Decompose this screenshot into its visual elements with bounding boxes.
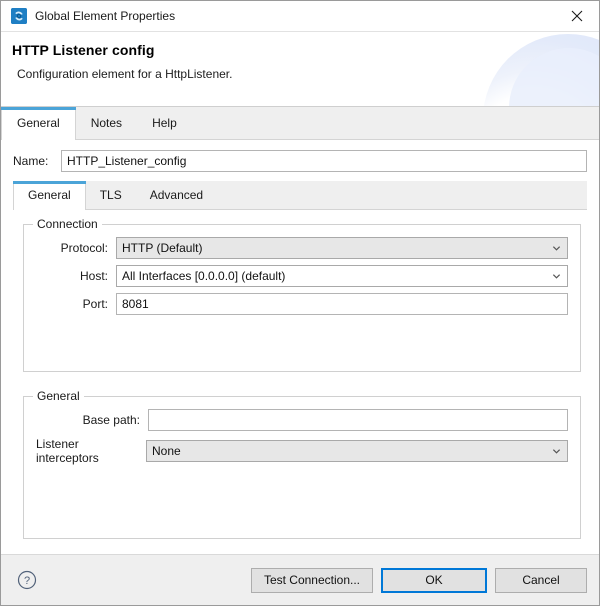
name-field-row: Name: (1, 140, 599, 172)
host-field-row: Host: All Interfaces [0.0.0.0] (default) (36, 265, 568, 287)
window-title: Global Element Properties (35, 9, 176, 23)
mule-app-icon (11, 8, 27, 24)
page-subtitle: Configuration element for a HttpListener… (17, 67, 233, 81)
tab-notes[interactable]: Notes (76, 107, 137, 139)
svg-text:?: ? (24, 575, 30, 587)
inner-tab-strip: General TLS Advanced (13, 181, 587, 210)
inner-tab-advanced-label: Advanced (149, 188, 204, 202)
port-input[interactable] (116, 293, 568, 315)
base-path-field-row: Base path: (36, 409, 568, 431)
cancel-button[interactable]: Cancel (495, 567, 587, 593)
listener-interceptors-label: Listener interceptors (36, 437, 99, 465)
chevron-down-icon (552, 447, 561, 456)
tab-notes-label: Notes (90, 116, 123, 130)
test-connection-button[interactable]: Test Connection... (250, 567, 373, 593)
host-value: All Interfaces [0.0.0.0] (default) (122, 269, 286, 283)
footer-button-group: Test Connection... OK Cancel (250, 567, 587, 593)
dialog-footer: ? Test Connection... OK Cancel (1, 554, 599, 605)
chevron-down-icon (552, 272, 561, 281)
protocol-value: HTTP (Default) (122, 241, 203, 255)
chevron-down-icon (552, 244, 561, 253)
protocol-field-row: Protocol: HTTP (Default) (36, 237, 568, 259)
tab-general-label: General (17, 116, 60, 130)
listener-interceptors-value: None (152, 444, 181, 458)
help-circle-icon[interactable]: ? (17, 570, 37, 590)
inner-tab-advanced[interactable]: Advanced (136, 181, 217, 209)
tab-help-label: Help (152, 116, 177, 130)
inner-tab-general[interactable]: General (13, 181, 86, 210)
title-bar: Global Element Properties (1, 1, 599, 32)
listener-interceptors-field-row: Listener interceptors None (36, 437, 568, 465)
inner-tab-tls-label: TLS (99, 188, 122, 202)
host-label: Host: (79, 269, 108, 283)
connection-group-title: Connection (33, 217, 102, 231)
connection-groupbox: Connection Protocol: HTTP (Default) Host… (23, 217, 581, 372)
ok-button[interactable]: OK (381, 567, 487, 593)
close-icon[interactable] (554, 2, 599, 31)
inner-tab-general-label: General (28, 188, 71, 202)
name-label: Name: (13, 154, 49, 168)
general-groupbox: General Base path: Listener interceptors… (23, 389, 581, 539)
tab-help[interactable]: Help (137, 107, 192, 139)
inner-tab-section: General TLS Advanced Connection Protocol… (13, 181, 587, 539)
dialog-header-banner: HTTP Listener config Configuration eleme… (1, 32, 599, 107)
name-input[interactable] (61, 150, 587, 172)
base-path-input[interactable] (148, 409, 568, 431)
listener-interceptors-combobox[interactable]: None (146, 440, 568, 462)
inner-tab-tls[interactable]: TLS (86, 181, 136, 209)
port-label: Port: (82, 297, 108, 311)
global-element-properties-dialog: Global Element Properties HTTP Listener … (0, 0, 600, 606)
tab-general[interactable]: General (1, 107, 76, 140)
port-field-row: Port: (36, 293, 568, 315)
base-path-label: Base path: (82, 413, 140, 427)
general-group-title: General (33, 389, 84, 403)
protocol-label: Protocol: (60, 241, 108, 255)
dialog-body: Name: General TLS Advanced Connection Pr… (1, 140, 599, 557)
outer-tab-strip: General Notes Help (1, 107, 599, 140)
page-title: HTTP Listener config (12, 42, 155, 58)
protocol-combobox[interactable]: HTTP (Default) (116, 237, 568, 259)
host-combobox[interactable]: All Interfaces [0.0.0.0] (default) (116, 265, 568, 287)
